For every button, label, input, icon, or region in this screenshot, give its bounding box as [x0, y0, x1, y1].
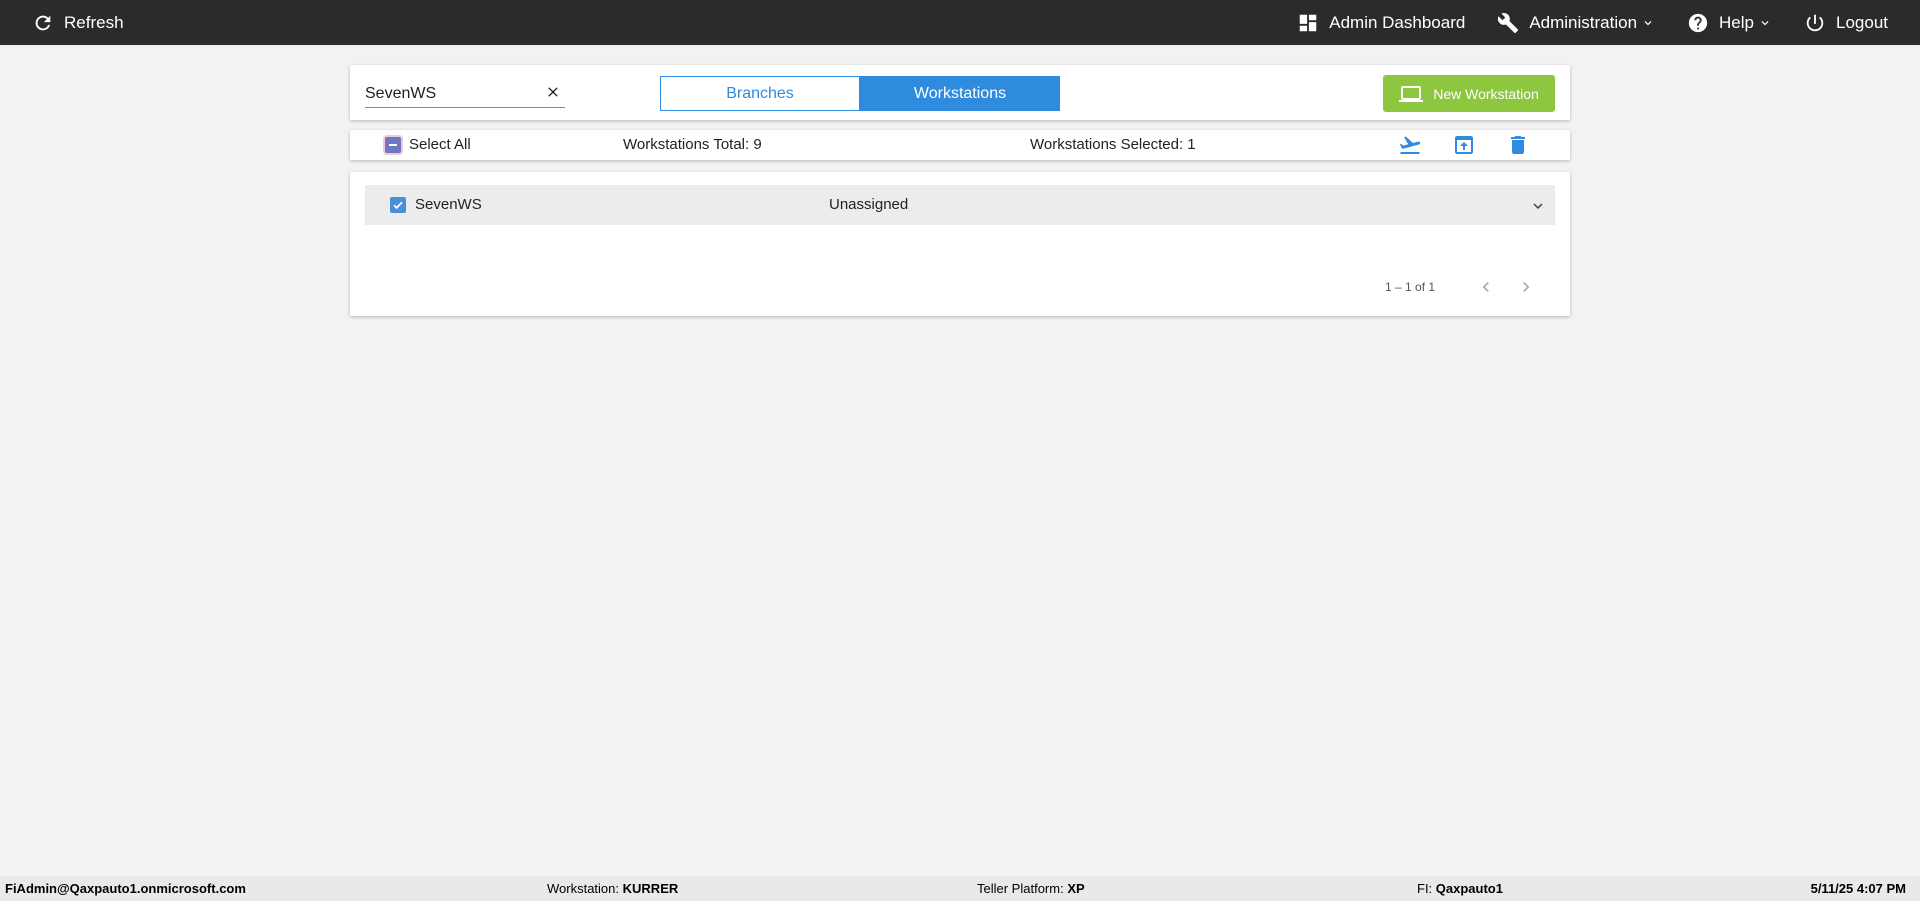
current-user: FiAdmin@Qaxpauto1.onmicrosoft.com [5, 881, 246, 896]
select-all-label: Select All [409, 136, 471, 153]
help-label: Help [1719, 12, 1754, 32]
top-nav-right: Admin Dashboard Administration Help Logo… [1265, 0, 1888, 45]
fi-value: Qaxpauto1 [1435, 881, 1503, 896]
logout-label: Logout [1836, 12, 1888, 32]
fi-label: FI: [1417, 881, 1433, 896]
clear-search-button[interactable] [545, 84, 561, 100]
search-field [365, 82, 565, 108]
close-icon [548, 87, 558, 97]
assign-action-button[interactable] [1398, 133, 1422, 157]
tab-workstations[interactable]: Workstations [860, 76, 1060, 111]
laptop-icon [1399, 85, 1424, 102]
new-workstation-label: New Workstation [1433, 85, 1539, 102]
checkbox-indeterminate-icon [385, 136, 401, 153]
pagination-range: 1 – 1 of 1 [1385, 280, 1436, 294]
administration-label: Administration [1529, 12, 1638, 32]
refresh-icon [35, 15, 51, 30]
teller-platform-value: XP [1067, 881, 1085, 896]
upload-box-icon [1455, 136, 1473, 154]
footer-teller-platform: Teller Platform: XP [977, 881, 1085, 896]
admin-dashboard-label: Admin Dashboard [1329, 12, 1466, 32]
upload-action-button[interactable] [1452, 133, 1476, 157]
row-checkbox[interactable] [390, 197, 406, 213]
search-toolbar-card: Branches Workstations New Workstation [350, 65, 1570, 120]
workstations-selected: Workstations Selected: 1 [1030, 136, 1196, 153]
workstations-total: Workstations Total: 9 [623, 136, 762, 153]
workstation-value: KURRER [622, 881, 679, 896]
table-row[interactable]: SevenWS Unassigned [365, 185, 1555, 225]
help-menu[interactable]: Help [1687, 0, 1772, 45]
new-workstation-button[interactable]: New Workstation [1383, 75, 1555, 112]
tab-branches[interactable]: Branches [660, 76, 860, 111]
chevron-down-icon [1644, 20, 1652, 25]
refresh-button[interactable]: Refresh [32, 0, 124, 45]
next-page-button[interactable] [1516, 277, 1536, 297]
workstation-label: Workstation: [547, 881, 620, 896]
delete-action-button[interactable] [1506, 133, 1530, 157]
help-circle-icon [1688, 13, 1708, 32]
search-input[interactable] [365, 82, 535, 106]
expand-row-button[interactable] [1529, 197, 1547, 215]
top-navigation-bar: Refresh Admin Dashboard Administration H… [0, 0, 1920, 45]
view-toggle: Branches Workstations [660, 76, 1060, 111]
footer-workstation: Workstation: KURRER [547, 881, 678, 896]
footer-datetime: 5/11/25 4:07 PM [1810, 881, 1906, 896]
workstation-list-card: SevenWS Unassigned 1 – 1 of 1 [350, 172, 1570, 316]
chevron-right-icon [1523, 282, 1530, 292]
footer-fi: FI: Qaxpauto1 [1417, 881, 1503, 896]
checkmark-icon [393, 201, 403, 210]
selection-summary-bar: Select All Workstations Total: 9 Worksta… [350, 130, 1570, 160]
logout-button[interactable]: Logout [1804, 0, 1888, 45]
wrench-icon [1498, 12, 1519, 33]
refresh-label: Refresh [64, 12, 124, 32]
admin-dashboard-link[interactable]: Admin Dashboard [1297, 0, 1465, 45]
workstation-status: Unassigned [829, 196, 909, 213]
select-all-checkbox[interactable]: Select All [385, 136, 471, 153]
trash-icon [1511, 136, 1525, 154]
teller-platform-label: Teller Platform: [977, 881, 1064, 896]
status-footer: FiAdmin@Qaxpauto1.onmicrosoft.com Workst… [0, 876, 1920, 901]
chevron-left-icon [1482, 282, 1489, 292]
chevron-down-icon [1533, 203, 1543, 209]
chevron-down-icon [1761, 20, 1769, 25]
flight-takeoff-icon [1399, 136, 1421, 154]
previous-page-button[interactable] [1476, 277, 1496, 297]
power-icon [1806, 14, 1824, 31]
workstation-name: SevenWS [415, 196, 482, 213]
dashboard-icon [1299, 14, 1317, 31]
administration-menu[interactable]: Administration [1497, 0, 1655, 45]
